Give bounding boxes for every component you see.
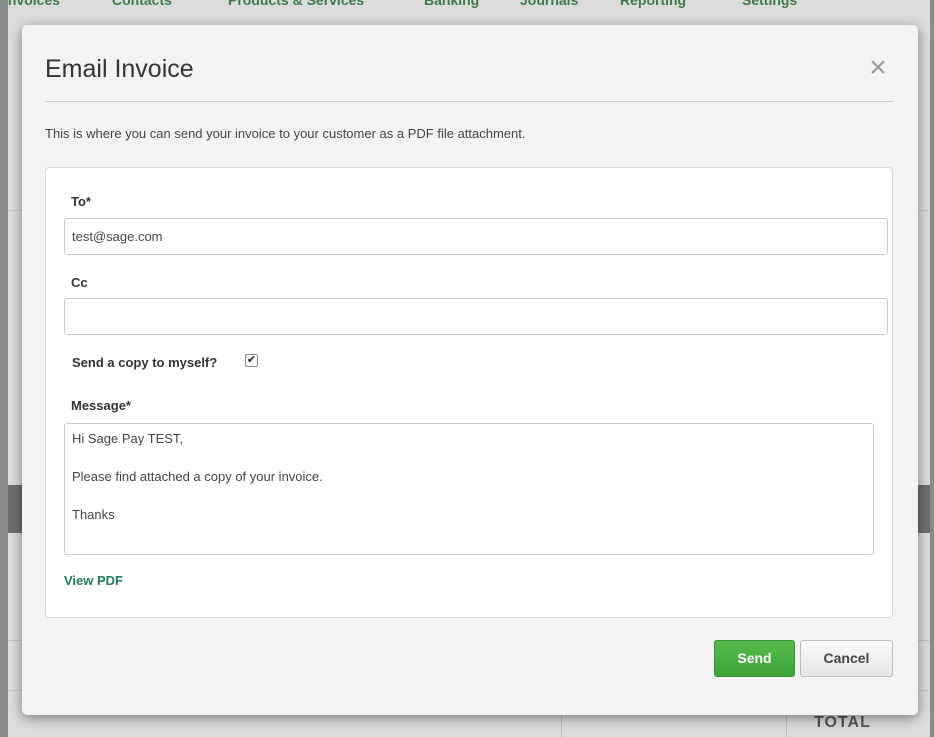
dialog-title: Email Invoice bbox=[45, 55, 194, 83]
header-divider bbox=[45, 101, 893, 102]
bg-nav-item: Journals bbox=[520, 0, 579, 8]
bg-nav-item: Banking bbox=[424, 0, 480, 8]
bg-nav-item: Reporting bbox=[620, 0, 687, 8]
send-button[interactable]: Send bbox=[714, 640, 795, 677]
message-line: Please find attached a copy of your invo… bbox=[72, 469, 323, 484]
send-copy-checkbox[interactable]: ✔ bbox=[245, 354, 258, 367]
background-nav: Invoices Contacts Products & Services Ba… bbox=[8, 0, 930, 12]
view-pdf-link[interactable]: View PDF bbox=[64, 573, 123, 588]
to-field[interactable] bbox=[64, 218, 888, 255]
bg-total-label: TOTAL bbox=[814, 714, 871, 731]
cc-label: Cc bbox=[71, 275, 88, 290]
bg-nav-item: Contacts bbox=[112, 0, 172, 8]
message-line: Hi Sage Pay TEST, bbox=[72, 431, 184, 446]
intro-text: This is where you can send your invoice … bbox=[45, 126, 526, 141]
cancel-button[interactable]: Cancel bbox=[800, 640, 893, 677]
message-textarea[interactable]: Hi Sage Pay TEST, Please find attached a… bbox=[64, 423, 874, 555]
close-icon[interactable]: × bbox=[865, 53, 891, 83]
message-label: Message* bbox=[71, 398, 131, 413]
message-line: Thanks bbox=[72, 507, 115, 522]
send-copy-label: Send a copy to myself? bbox=[72, 355, 218, 370]
to-label: To* bbox=[71, 194, 91, 209]
email-form: To* Cc Send a copy to myself? ✔ Message*… bbox=[45, 167, 893, 618]
bg-nav-item: Settings bbox=[742, 0, 798, 8]
cc-field[interactable] bbox=[64, 298, 888, 335]
bg-nav-item: Invoices bbox=[8, 0, 61, 8]
bg-nav-item: Products & Services bbox=[228, 0, 365, 8]
email-invoice-dialog: Email Invoice × This is where you can se… bbox=[22, 25, 918, 715]
